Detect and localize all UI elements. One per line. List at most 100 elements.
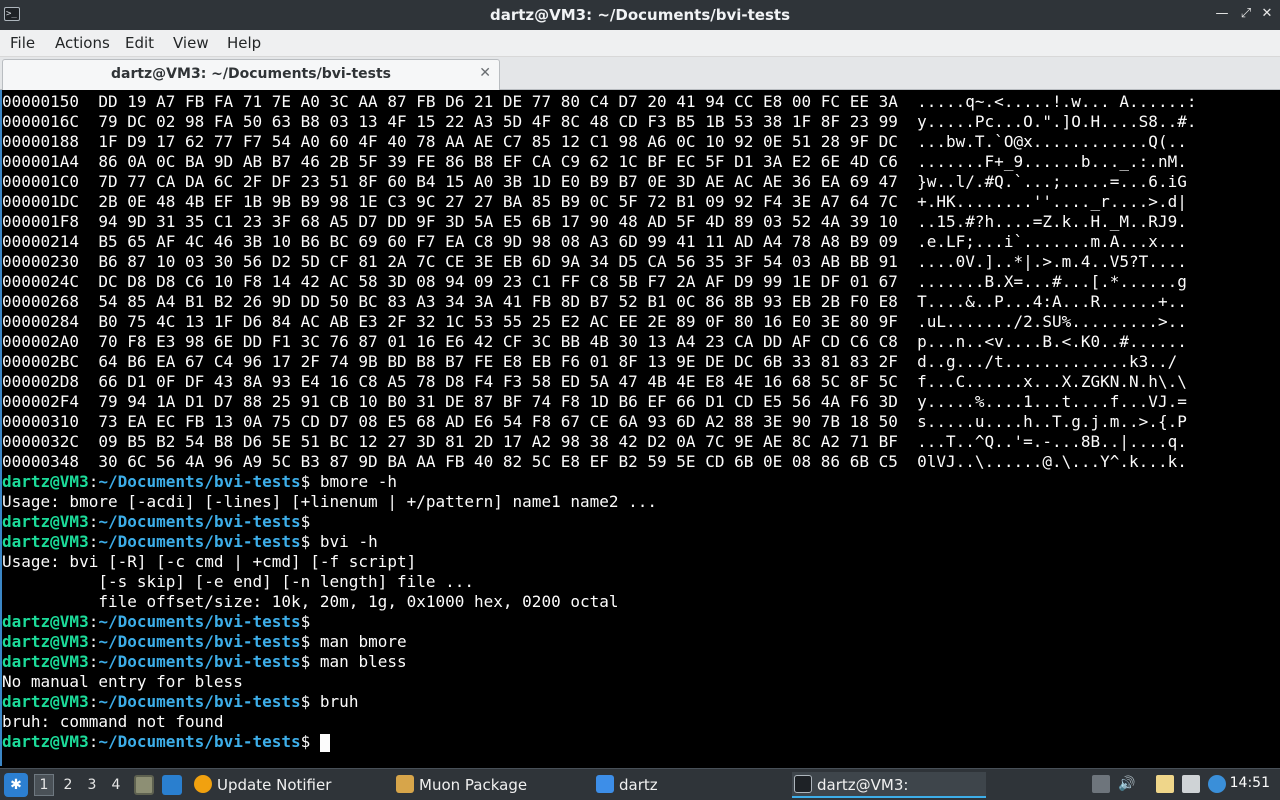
prompt-user: dartz@VM3 (2, 652, 89, 671)
hexdump-line: 00000348 30 6C 56 4A 96 A9 5C B3 87 9D B… (2, 452, 1187, 471)
terminal-icon (794, 775, 812, 793)
command-text: bvi -h (310, 532, 378, 551)
tab-label: dartz@VM3: ~/Documents/bvi-tests (110, 66, 392, 82)
prompt-line: dartz@VM3:~/Documents/bvi-tests$ bvi -h (2, 532, 1278, 552)
command-text: man bmore (310, 632, 407, 651)
output-line: bruh: command not found (2, 712, 224, 731)
prompt-path: ~/Documents/bvi-tests (98, 632, 301, 651)
task-update-notifier[interactable]: Update Notifier (194, 772, 386, 798)
menu-help[interactable]: Help (227, 34, 261, 52)
prompt-sigil: $ (300, 692, 311, 711)
prompt-user: dartz@VM3 (2, 632, 89, 651)
menu-view[interactable]: View (173, 34, 209, 52)
prompt-user: dartz@VM3 (2, 692, 89, 711)
prompt-user: dartz@VM3 (2, 512, 89, 531)
prompt-sep: : (88, 692, 99, 711)
taskbar: ✱ 1 2 3 4 Update Notifier Muon Package M… (0, 768, 1280, 800)
output-line: file offset/size: 10k, 20m, 1g, 0x1000 h… (2, 592, 619, 611)
output-line: Usage: bmore [-acdi] [-lines] [+linenum … (2, 492, 658, 511)
clock[interactable]: 14:51 (1230, 775, 1270, 791)
window-titlebar[interactable]: >_ dartz@VM3: ~/Documents/bvi-tests — ⤢ … (0, 0, 1280, 30)
prompt-user: dartz@VM3 (2, 472, 89, 491)
close-button[interactable]: ✕ (1259, 6, 1275, 22)
task-label: dartz (619, 776, 658, 794)
window-title: dartz@VM3: ~/Documents/bvi-tests (489, 6, 791, 24)
info-icon[interactable] (1208, 775, 1226, 793)
update-notifier-icon (194, 775, 212, 793)
prompt-sigil: $ (300, 732, 311, 751)
prompt-line: dartz@VM3:~/Documents/bvi-tests$ (2, 512, 1278, 532)
prompt-sep: : (88, 472, 99, 491)
hexdump-line: 00000214 B5 65 AF 4C 46 3B 10 B6 BC 69 6… (2, 232, 1187, 251)
hexdump-line: 00000150 DD 19 A7 FB FA 71 7E A0 3C AA 8… (2, 92, 1197, 111)
desktop-1-button[interactable]: 1 (34, 774, 54, 796)
task-label: Update Notifier (217, 776, 332, 794)
hexdump-line: 000001DC 2B 0E 48 4B EF 1B 9B B9 98 1E C… (2, 192, 1187, 211)
task-muon[interactable]: Muon Package Manager (396, 772, 588, 798)
terminal-view[interactable]: 00000150 DD 19 A7 FB FA 71 7E A0 3C AA 8… (0, 90, 1280, 766)
desktop-3-button[interactable]: 3 (82, 774, 102, 796)
network-icon[interactable] (1182, 775, 1200, 793)
tab-bar: dartz@VM3: ~/Documents/bvi-tests ✕ (0, 57, 1280, 90)
prompt-path: ~/Documents/bvi-tests (98, 512, 301, 531)
prompt-line: dartz@VM3:~/Documents/bvi-tests$ bruh (2, 692, 1278, 712)
prompt-sep: : (88, 732, 99, 751)
desktop-2-button[interactable]: 2 (58, 774, 78, 796)
hexdump-line: 000002F4 79 94 1A D1 D7 88 25 91 CB 10 B… (2, 392, 1187, 411)
task-terminal[interactable]: dartz@VM3: ~/Docum... (792, 772, 986, 798)
text-cursor (319, 733, 330, 752)
hexdump-line: 0000032C 09 B5 B2 54 B8 D6 5E 51 BC 12 2… (2, 432, 1187, 451)
task-files[interactable]: dartz (596, 772, 776, 798)
menu-file[interactable]: File (10, 34, 35, 52)
prompt-sigil: $ (300, 652, 311, 671)
kde-start-icon[interactable]: ✱ (4, 773, 28, 797)
task-label: Muon Package Manager (419, 776, 528, 794)
hexdump-line: 000001F8 94 9D 31 35 C1 23 3F 68 A5 D7 D… (2, 212, 1187, 231)
folder-icon (596, 775, 614, 793)
output-line: Usage: bvi [-R] [-c cmd | +cmd] [-f scri… (2, 552, 417, 571)
hexdump-line: 00000310 73 EA EC FB 13 0A 75 CD D7 08 E… (2, 412, 1187, 431)
tab-close-icon[interactable]: ✕ (479, 65, 491, 81)
terminal-output: 00000150 DD 19 A7 FB FA 71 7E A0 3C AA 8… (2, 92, 1278, 752)
hexdump-line: 00000284 B0 75 4C 13 1F D6 84 AC AB E3 2… (2, 312, 1187, 331)
prompt-sep: : (88, 612, 99, 631)
minimize-button[interactable]: — (1214, 6, 1230, 22)
prompt-path: ~/Documents/bvi-tests (98, 732, 301, 751)
hexdump-line: 000001A4 86 0A 0C BA 9D AB B7 46 2B 5F 3… (2, 152, 1187, 171)
trash-icon[interactable] (1092, 775, 1110, 793)
clipboard-icon[interactable] (1156, 775, 1174, 793)
prompt-line: dartz@VM3:~/Documents/bvi-tests$ bmore -… (2, 472, 1278, 492)
menu-actions[interactable]: Actions (55, 34, 110, 52)
active-prompt-line[interactable]: dartz@VM3:~/Documents/bvi-tests$ (2, 732, 1278, 752)
tab-terminal[interactable]: dartz@VM3: ~/Documents/bvi-tests ✕ (2, 59, 500, 90)
package-icon (396, 775, 414, 793)
hexdump-line: 0000016C 79 DC 02 98 FA 50 63 B8 03 13 4… (2, 112, 1197, 131)
hexdump-line: 00000268 54 85 A4 B1 B2 26 9D DD 50 BC 8… (2, 292, 1187, 311)
trash-quicklaunch-icon[interactable] (134, 775, 154, 795)
menu-edit[interactable]: Edit (125, 34, 154, 52)
prompt-sigil: $ (300, 612, 311, 631)
output-line: No manual entry for bless (2, 672, 243, 691)
prompt-line: dartz@VM3:~/Documents/bvi-tests$ (2, 612, 1278, 632)
volume-icon[interactable]: 🔊 (1118, 775, 1136, 793)
prompt-line: dartz@VM3:~/Documents/bvi-tests$ man bmo… (2, 632, 1278, 652)
hexdump-line: 000002A0 70 F8 E3 98 6E DD F1 3C 76 87 0… (2, 332, 1187, 351)
output-line: [-s skip] [-e end] [-n length] file ... (2, 572, 475, 591)
prompt-sep: : (88, 632, 99, 651)
maximize-button[interactable]: ⤢ (1238, 6, 1254, 22)
command-text: man bless (310, 652, 407, 671)
hexdump-line: 00000188 1F D9 17 62 77 F7 54 A0 60 4F 4… (2, 132, 1187, 151)
prompt-user: dartz@VM3 (2, 732, 89, 751)
desktop-4-button[interactable]: 4 (106, 774, 126, 796)
hexdump-line: 000001C0 7D 77 CA DA 6C 2F DF 23 51 8F 6… (2, 172, 1187, 191)
prompt-path: ~/Documents/bvi-tests (98, 612, 301, 631)
command-text: bruh (310, 692, 359, 711)
desktop-quicklaunch-icon[interactable] (162, 775, 182, 795)
prompt-sigil: $ (300, 632, 311, 651)
menu-bar: File Actions Edit View Help (0, 30, 1280, 57)
command-text: bmore -h (310, 472, 397, 491)
prompt-path: ~/Documents/bvi-tests (98, 532, 301, 551)
prompt-path: ~/Documents/bvi-tests (98, 472, 301, 491)
prompt-sep: : (88, 512, 99, 531)
prompt-line: dartz@VM3:~/Documents/bvi-tests$ man ble… (2, 652, 1278, 672)
